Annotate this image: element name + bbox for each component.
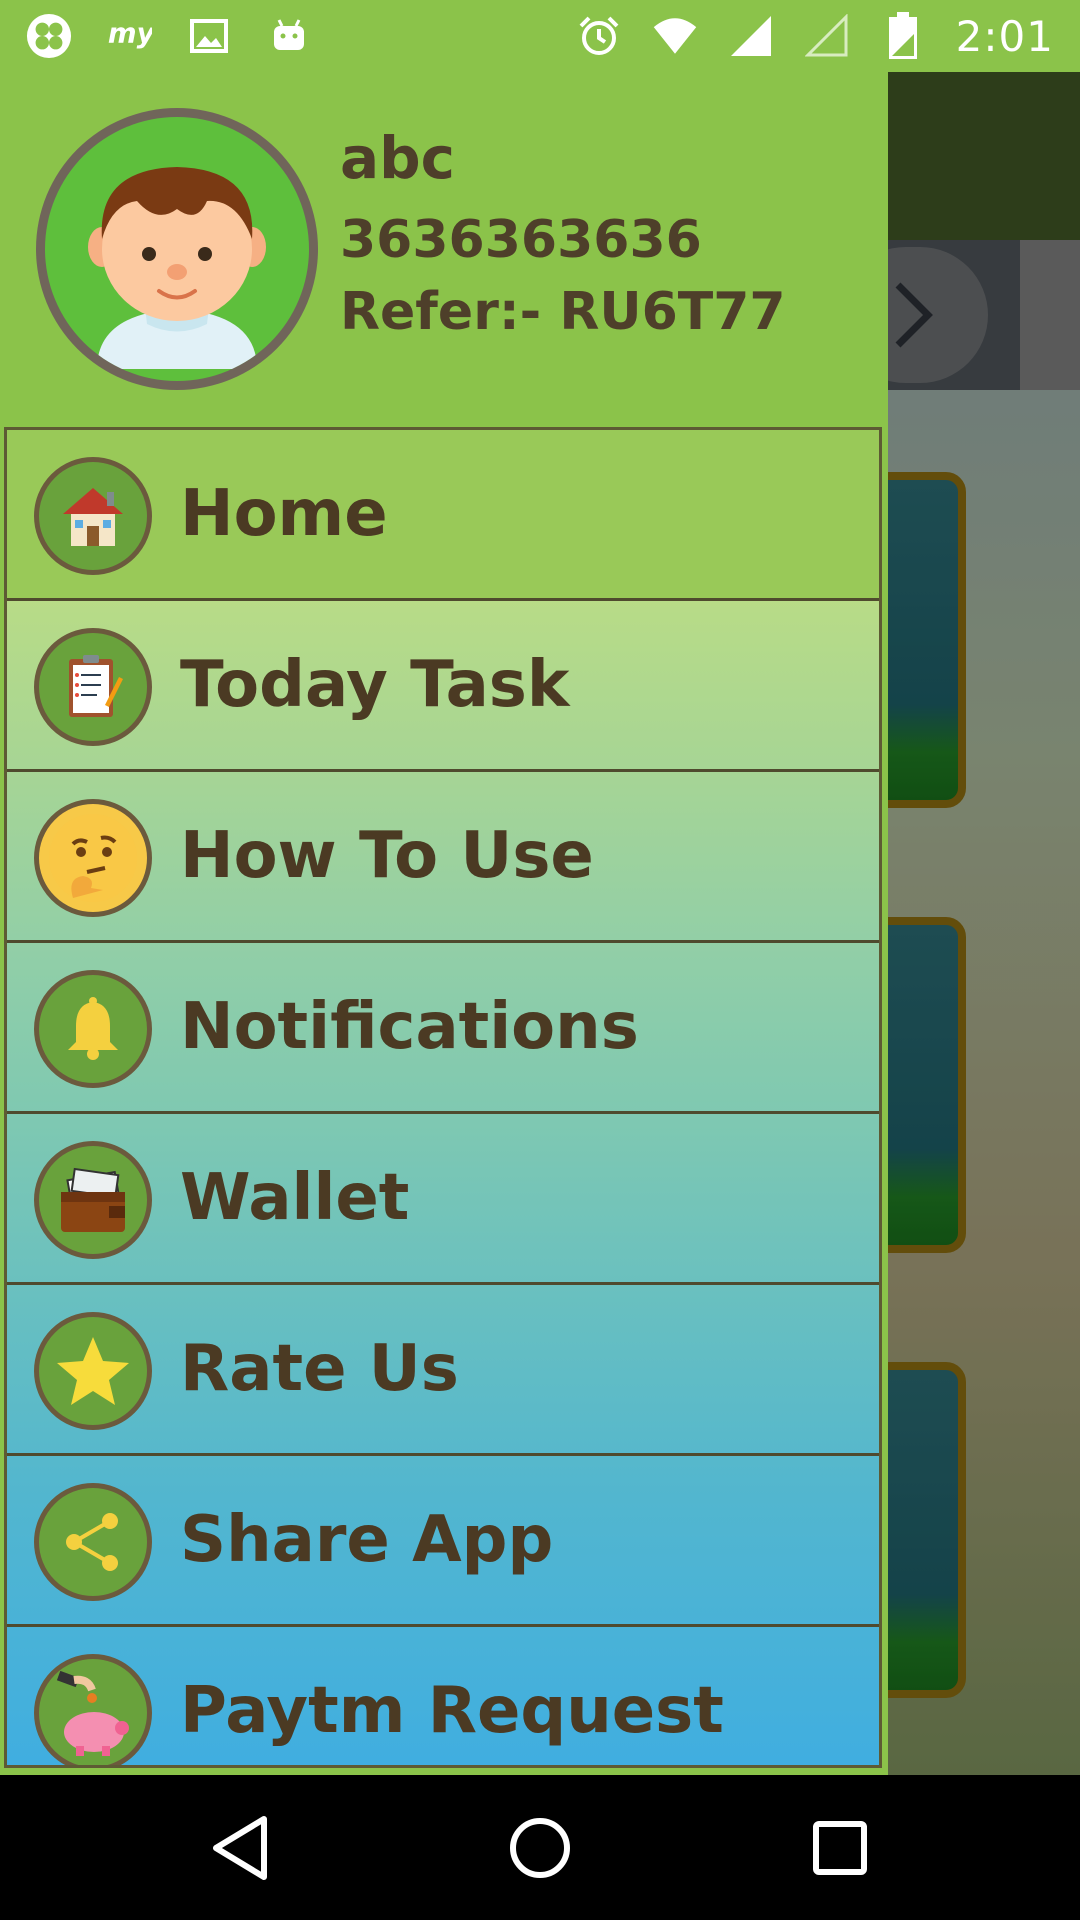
menu-item-home[interactable]: Home <box>7 430 879 601</box>
user-phone: 3636363636 <box>340 210 702 270</box>
svg-text:my: my <box>108 16 152 49</box>
menu-item-how-to-use[interactable]: How To Use <box>7 772 879 943</box>
menu-item-label: Wallet <box>180 1161 410 1235</box>
boy-avatar-icon <box>88 167 266 369</box>
bell-icon <box>34 970 152 1088</box>
menu-item-wallet[interactable]: Wallet <box>7 1114 879 1285</box>
star-icon <box>34 1312 152 1430</box>
clover-app-icon <box>26 13 72 59</box>
wallet-icon <box>34 1141 152 1259</box>
menu-item-label: Rate Us <box>180 1332 459 1406</box>
avatar <box>36 108 318 390</box>
signal-empty-icon <box>804 13 850 59</box>
myntra-app-icon: my <box>106 13 152 59</box>
thinking-face-icon <box>34 799 152 917</box>
menu-item-notifications[interactable]: Notifications <box>7 943 879 1114</box>
menu-item-label: How To Use <box>180 819 594 893</box>
menu-item-share-app[interactable]: Share App <box>7 1456 879 1627</box>
clipboard-icon <box>34 628 152 746</box>
android-icon <box>266 13 312 59</box>
menu-item-label: Share App <box>180 1503 554 1577</box>
menu-item-label: Notifications <box>180 990 639 1064</box>
status-bar: my 2:01 <box>0 0 1080 72</box>
piggy-bank-icon <box>34 1654 152 1765</box>
menu-item-paytm-request[interactable]: Paytm Request <box>7 1627 879 1765</box>
drawer-menu: Home Today Task How To Use Notifications <box>4 427 882 1768</box>
house-icon <box>34 457 152 575</box>
menu-item-label: Today Task <box>180 648 570 722</box>
navigation-drawer: abc 3636363636 Refer:- RU6T77 Home Today… <box>0 72 888 1775</box>
user-name: abc <box>340 124 456 192</box>
back-icon[interactable] <box>205 1813 275 1883</box>
clock-time: 2:01 <box>955 11 1054 61</box>
home-icon[interactable] <box>505 1813 575 1883</box>
alarm-icon <box>576 13 622 59</box>
battery-icon <box>880 12 926 59</box>
referral-code: Refer:- RU6T77 <box>340 282 786 342</box>
menu-item-today-task[interactable]: Today Task <box>7 601 879 772</box>
menu-item-rate-us[interactable]: Rate Us <box>7 1285 879 1456</box>
system-navigation-bar <box>0 1775 1080 1920</box>
signal-icon <box>728 13 774 59</box>
menu-item-label: Home <box>180 477 388 551</box>
share-icon <box>34 1483 152 1601</box>
wifi-icon <box>652 13 698 59</box>
drawer-profile-header: abc 3636363636 Refer:- RU6T77 <box>0 72 888 427</box>
image-icon <box>186 13 232 59</box>
menu-item-label: Paytm Request <box>180 1674 724 1748</box>
recents-icon[interactable] <box>805 1813 875 1883</box>
